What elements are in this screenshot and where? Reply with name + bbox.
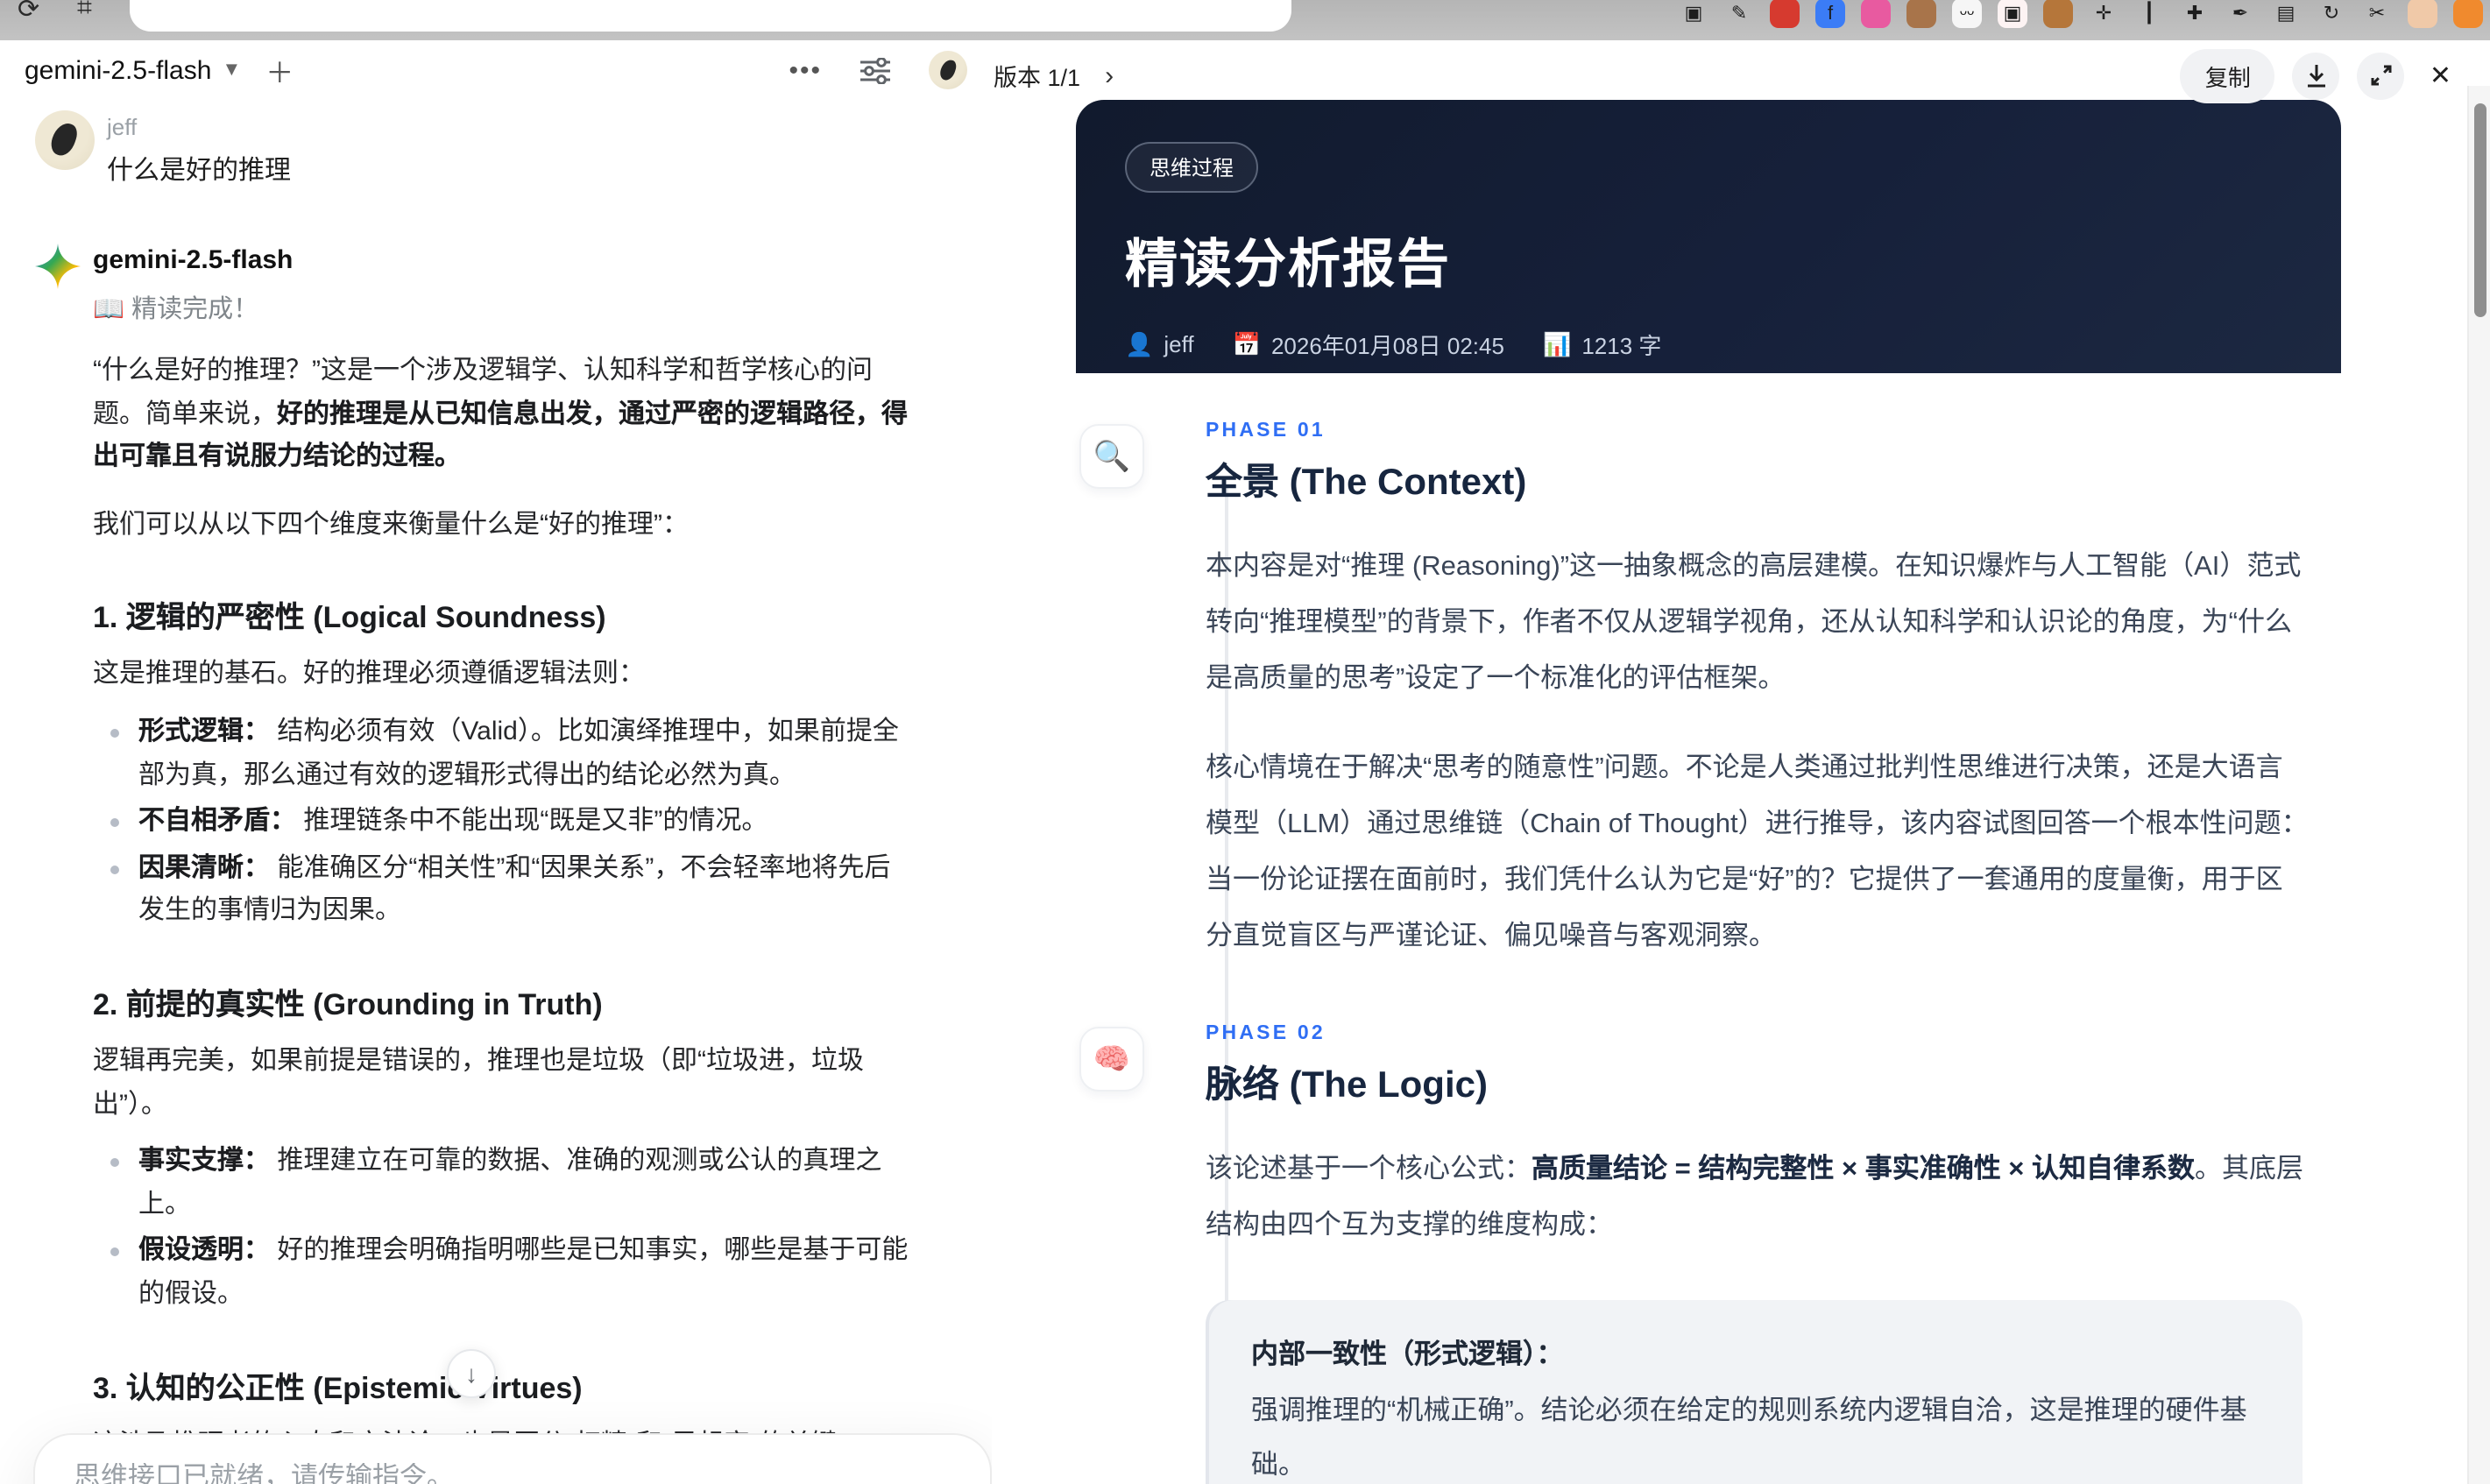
section-2-bullets: 事实支撑： 推理建立在可靠的数据、准确的观测或公认的真理之上。 假设透明： 好的…	[93, 1141, 913, 1317]
word-count-icon: 📊	[1542, 330, 1572, 357]
chat-header: gemini-2.5-flash ▼ ＋ •••	[0, 40, 992, 100]
report-title: 精读分析报告	[1125, 237, 1451, 294]
section-1-intro: 这是推理的基石。好的推理必须遵循逻辑法则：	[93, 659, 646, 689]
dimension-card-1: 内部一致性（形式逻辑）： 强调推理的“机械正确”。结论必须在给定的规则系统内逻辑…	[1206, 1300, 2303, 1484]
extension-icon[interactable]: ✒	[2225, 0, 2255, 28]
user-message: jeff 什么是好的推理	[35, 110, 957, 187]
section-2-intro: 逻辑再完美，如果前提是错误的，推理也是垃圾（即“垃圾进，垃圾出”）。	[93, 1045, 864, 1120]
user-avatar[interactable]	[929, 51, 967, 89]
extension-row: ▣ ✎ f ᵕᵕ ▣ ✛ ┃ ✚ ✒ ▤ ↻ ✂	[1679, 0, 2483, 39]
extension-icon[interactable]	[2453, 0, 2483, 28]
dimension-card-text: 强调推理的“机械正确”。结论必须在给定的规则系统内逻辑自洽，这是推理的硬件基础。	[1251, 1396, 2247, 1480]
extension-icon[interactable]: ▤	[2271, 0, 2301, 28]
extension-icon[interactable]	[2408, 0, 2437, 28]
extension-icon[interactable]: ✂	[2362, 0, 2392, 28]
extension-icon[interactable]	[1770, 0, 1800, 28]
phase-1-paragraph: 核心情境在于解决“思考的随意性”问题。不论是人类通过批判性思维进行决策，还是大语…	[1206, 753, 2309, 951]
fullscreen-button[interactable]	[2357, 52, 2405, 99]
artifact-panel: ‹ 版本 1/1 › 复制	[992, 40, 2490, 1484]
dimension-card-title: 内部一致性（形式逻辑）：	[1251, 1340, 1564, 1371]
extension-icon[interactable]: f	[1815, 0, 1845, 28]
version-next-button[interactable]: ›	[1098, 57, 1121, 94]
section-1-bullets: 形式逻辑： 结构必须有效（Valid）。比如演绎推理中，如果前提全部为真，那么通…	[93, 711, 913, 934]
report-document: 思维过程 精读分析报告 👤 jeff 📅 2026年01月08日 02:45 📊 12…	[1076, 100, 2341, 1484]
chat-message-list[interactable]: jeff 什么是好的推理 gemini-2.5-flash 📖 精读完成！ “什…	[0, 100, 992, 1484]
brain-icon: 🧠	[1079, 1027, 1144, 1092]
user-name: jeff	[107, 114, 138, 140]
message-input[interactable]	[74, 1463, 951, 1484]
model-name: gemini-2.5-flash	[25, 55, 212, 85]
bullet-item: 因果清晰： 能准确区分“相关性”和“因果关系”，不会轻率地将先后发生的事情归为因…	[110, 848, 913, 934]
bullet-item: 事实支撑： 推理建立在可靠的数据、准确的观测或公认的真理之上。	[110, 1141, 913, 1226]
extension-icon[interactable]: ▣	[1998, 0, 2027, 28]
calendar-icon: 📅	[1232, 330, 1261, 357]
extension-icon[interactable]	[1906, 0, 1936, 28]
scrollbar-thumb[interactable]	[2473, 103, 2486, 317]
browser-toolbar: ⟳ ⌗ ≡ ▣✎fᵕᵕ▣✛┃✚✒▤↻✂	[0, 0, 2490, 40]
extension-icon[interactable]: ↻	[2317, 0, 2346, 28]
bullet-item: 假设透明： 好的推理会明确指明哪些是已知事实，哪些是基于可能的假设。	[110, 1231, 913, 1317]
phase-2-section: 🧠 PHASE 02 脉络 (The Logic) 该论述基于一个核心公式：高质…	[1076, 1024, 2341, 1484]
gemini-logo-icon	[35, 244, 81, 289]
report-word-count: 1213 字	[1581, 333, 1662, 359]
magnifier-icon: 🔍	[1079, 424, 1144, 489]
assistant-name: gemini-2.5-flash	[93, 245, 294, 275]
extension-icon[interactable]	[1861, 0, 1891, 28]
report-hero-card: 思维过程 精读分析报告 👤 jeff 📅 2026年01月08日 02:45 📊 12…	[1076, 100, 2341, 373]
chat-panel: gemini-2.5-flash ▼ ＋ ••• jeff 什么是好的推理 ge…	[0, 40, 992, 1484]
extension-icon[interactable]	[2043, 0, 2073, 28]
expand-icon	[2371, 65, 2392, 86]
artifact-toolbar: ‹ 版本 1/1 › 复制	[992, 40, 2490, 110]
browser-reload-icon[interactable]: ⟳	[18, 0, 39, 25]
section-3-heading: 3. 认知的公正性 (Epistemic Virtues)	[93, 1371, 583, 1404]
report-datetime: 2026年01月08日 02:45	[1270, 333, 1504, 359]
user-message-avatar	[35, 110, 95, 170]
phase-1-title: 全景 (The Context)	[1206, 463, 1527, 503]
phase-2-title: 脉络 (The Logic)	[1206, 1065, 1488, 1106]
scroll-to-bottom-button[interactable]: ↓	[447, 1349, 496, 1398]
section-1-heading: 1. 逻辑的严密性 (Logical Soundness)	[93, 601, 606, 635]
user-message-text: 什么是好的推理	[107, 156, 292, 186]
arrow-down-icon: ↓	[465, 1360, 477, 1388]
extension-icon[interactable]: ✎	[1724, 0, 1754, 28]
new-chat-button[interactable]: ＋	[265, 49, 294, 91]
version-label: 版本 1/1	[994, 65, 1081, 91]
tune-sliders-icon[interactable]	[860, 57, 890, 83]
version-navigator: ‹ 版本 1/1 ›	[992, 57, 1121, 94]
phase-2-formula-paragraph: 该论述基于一个核心公式：高质量结论 = 结构完整性 × 事实准确性 × 认知自律…	[1206, 1155, 2304, 1241]
assistant-intro-paragraph: “什么是好的推理？”这是一个涉及逻辑学、认知科学和哲学核心的问题。简单来说，好的…	[93, 356, 909, 472]
section-2-heading: 2. 前提的真实性 (Grounding in Truth)	[93, 987, 603, 1021]
assistant-message: gemini-2.5-flash 📖 精读完成！ “什么是好的推理？”这是一个涉…	[35, 240, 957, 1484]
extension-icon[interactable]: ┃	[2134, 0, 2164, 28]
extension-icon[interactable]: ᵕᵕ	[1952, 0, 1982, 28]
bullet-item: 不自相矛盾： 推理链条中不能出现“既是又非”的情况。	[110, 801, 913, 844]
more-options-button[interactable]: •••	[789, 55, 822, 85]
assistant-status: 📖 精读完成！	[93, 296, 259, 324]
extension-icon[interactable]: ✚	[2180, 0, 2210, 28]
phase-2-label: PHASE 02	[1206, 1023, 1326, 1045]
bullet-item: 形式逻辑： 结构必须有效（Valid）。比如演绎推理中，如果前提全部为真，那么通…	[110, 711, 913, 797]
copy-button[interactable]: 复制	[2180, 48, 2275, 102]
phase-1-section: 🔍 PHASE 01 全景 (The Context) 本内容是对“推理 (Re…	[1076, 420, 2341, 965]
chevron-down-icon: ▼	[222, 60, 242, 81]
assistant-lead-paragraph: 我们可以从以下四个维度来衡量什么是“好的推理”：	[93, 509, 689, 540]
extension-icon[interactable]: ▣	[1679, 0, 1708, 28]
message-composer: ＋	[33, 1433, 992, 1484]
thought-process-badge: 思维过程	[1125, 142, 1259, 193]
app-window: ⟳ ⌗ ≡ ▣✎fᵕᵕ▣✛┃✚✒▤↻✂ gemini-2.5-flash ▼ ＋…	[0, 0, 2490, 1484]
report-author: jeff	[1164, 331, 1194, 357]
download-icon	[2307, 64, 2325, 87]
close-panel-button[interactable]: ✕	[2430, 60, 2451, 91]
extension-icon[interactable]: ✛	[2089, 0, 2119, 28]
phase-1-label: PHASE 01	[1206, 420, 1326, 442]
author-icon: 👤	[1125, 330, 1154, 357]
download-button[interactable]	[2292, 52, 2340, 99]
report-meta: 👤 jeff 📅 2026年01月08日 02:45 📊 1213 字	[1125, 328, 2292, 361]
vertical-scrollbar[interactable]	[2467, 86, 2490, 1484]
browser-grid-icon[interactable]: ⌗	[77, 0, 92, 23]
url-bar[interactable]	[130, 0, 1291, 32]
phase-1-paragraph: 本内容是对“推理 (Reasoning)”这一抽象概念的高层建模。在知识爆炸与人…	[1206, 552, 2302, 694]
model-selector[interactable]: gemini-2.5-flash ▼	[25, 55, 241, 85]
